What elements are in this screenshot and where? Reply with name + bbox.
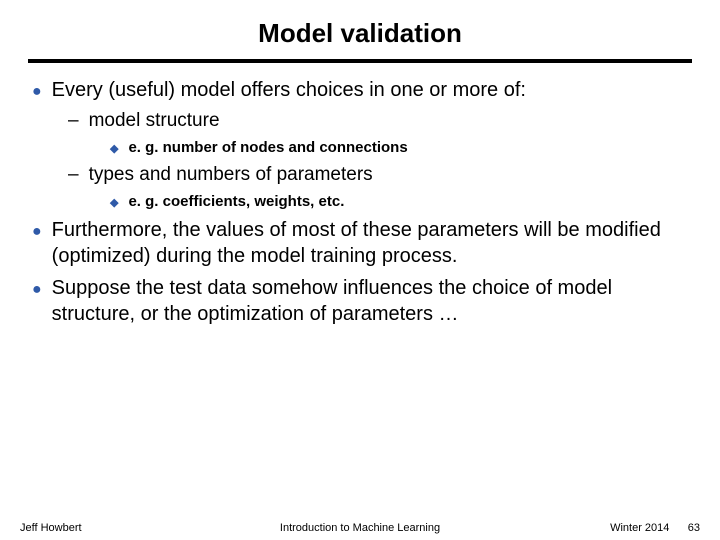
bullet-1: ● Every (useful) model offers choices in… [32, 77, 692, 103]
subsubbullet-1-1-1: ◆ e. g. number of nodes and connections [110, 138, 692, 158]
subsubbullet-1-2-1-text: e. g. coefficients, weights, etc. [128, 192, 692, 212]
slide-title: Model validation [28, 18, 692, 49]
slide-content: ● Every (useful) model offers choices in… [28, 77, 692, 327]
footer-course: Introduction to Machine Learning [160, 522, 560, 534]
dash-icon: – [68, 109, 79, 134]
bullet-2: ● Furthermore, the values of most of the… [32, 217, 692, 269]
subsubbullet-1-2-1: ◆ e. g. coefficients, weights, etc. [110, 192, 692, 212]
diamond-icon: ◆ [110, 142, 118, 158]
subbullet-1-1: – model structure [68, 109, 692, 134]
footer-page: 63 [688, 522, 700, 534]
footer-right: Winter 2014 63 [560, 522, 700, 534]
footer-term: Winter 2014 [610, 522, 669, 534]
bullet-3-text: Suppose the test data somehow influences… [52, 275, 692, 327]
bullet-icon: ● [32, 280, 42, 327]
bullet-1-text: Every (useful) model offers choices in o… [52, 77, 692, 103]
slide-footer: Jeff Howbert Introduction to Machine Lea… [0, 522, 720, 534]
bullet-icon: ● [32, 222, 42, 269]
diamond-icon: ◆ [110, 196, 118, 212]
bullet-3: ● Suppose the test data somehow influenc… [32, 275, 692, 327]
dash-icon: – [68, 163, 79, 188]
title-rule [28, 59, 692, 63]
subsubbullet-1-1-1-text: e. g. number of nodes and connections [128, 138, 692, 158]
bullet-2-text: Furthermore, the values of most of these… [52, 217, 692, 269]
subbullet-1-1-text: model structure [89, 109, 692, 134]
subbullet-1-2: – types and numbers of parameters [68, 163, 692, 188]
footer-author: Jeff Howbert [20, 522, 160, 534]
subbullet-1-2-text: types and numbers of parameters [89, 163, 692, 188]
bullet-icon: ● [32, 82, 42, 103]
